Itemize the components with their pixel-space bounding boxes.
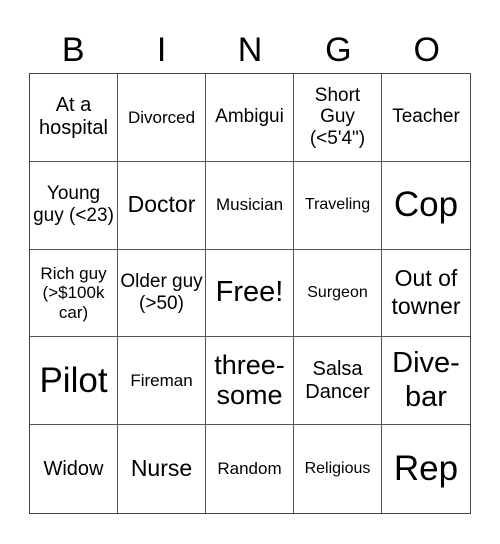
bingo-cell[interactable]: Fireman [118,337,206,426]
bingo-cell[interactable]: Ambigui [206,74,294,162]
bingo-cell[interactable]: three-some [206,337,294,426]
bingo-cell[interactable]: Rep [382,425,470,513]
bingo-cell[interactable]: Young guy (<23) [30,161,118,250]
bingo-cell[interactable]: Traveling [294,161,382,250]
bingo-header: B I N G O [29,26,471,74]
bingo-cell[interactable]: Nurse [118,425,206,513]
bingo-cell[interactable]: Pilot [30,337,118,426]
bingo-cell[interactable]: Teacher [382,74,470,162]
bingo-cell[interactable]: Dive-bar [382,337,470,426]
bingo-cell[interactable]: Cop [382,162,470,250]
bingo-cell[interactable]: Surgeon [294,249,382,338]
header-letter-b: B [61,31,85,69]
bingo-cell[interactable]: Rich guy (>$100k car) [30,249,118,338]
bingo-cell[interactable]: Salsa Dancer [294,337,382,426]
bingo-cell[interactable]: Older guy (>50) [118,249,206,338]
bingo-cell[interactable]: Short Guy (<5'4") [294,74,382,162]
free-space[interactable]: Free! [206,249,294,338]
header-letter-o: O [413,31,440,69]
bingo-cell[interactable]: Doctor [118,161,206,250]
header-letter-i: I [156,31,167,69]
bingo-cell[interactable]: Random [206,425,294,513]
bingo-cell[interactable]: Out of towner [382,250,470,338]
bingo-cell[interactable]: Divorced [118,74,206,162]
bingo-cell[interactable]: Musician [206,161,294,250]
bingo-cell[interactable]: Religious [294,425,382,513]
bingo-cell[interactable]: Widow [30,425,118,513]
header-letter-g: G [325,31,352,69]
bingo-grid: At a hospital Divorced Ambigui Short Guy… [29,73,471,514]
header-letter-n: N [237,31,263,69]
bingo-cell[interactable]: At a hospital [30,74,118,162]
